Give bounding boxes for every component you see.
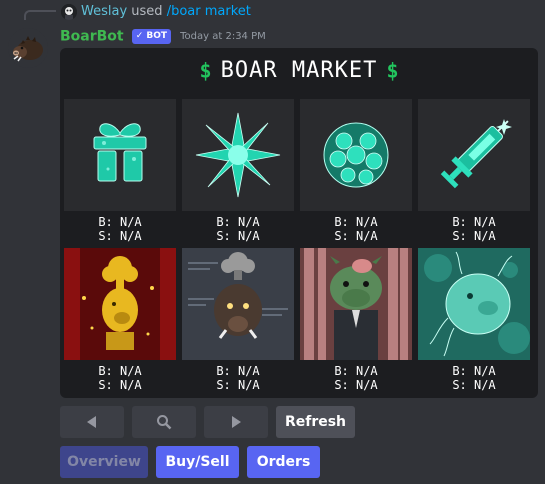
syringe-icon	[418, 99, 530, 211]
sell-price: S: N/A	[334, 229, 378, 243]
item-price: B: N/A S: N/A	[182, 364, 294, 392]
message-header: BoarBot ✓ BOT Today at 2:34 PM	[60, 26, 266, 46]
item-price: B: N/A S: N/A	[418, 364, 530, 392]
buy-price: B: N/A	[216, 364, 260, 378]
item-price: B: N/A S: N/A	[64, 364, 176, 392]
next-page-button[interactable]	[204, 406, 268, 438]
reply-text: Weslay used /boar market	[81, 4, 251, 20]
embed-title-row: $ BOAR MARKET $	[60, 58, 538, 88]
buy-price: B: N/A	[98, 215, 142, 229]
reply-user-avatar[interactable]	[61, 4, 77, 20]
prev-page-button[interactable]	[60, 406, 124, 438]
crystal-burst-icon	[182, 99, 294, 211]
orders-button[interactable]: Orders	[247, 446, 320, 478]
gift-icon	[64, 99, 176, 211]
sell-price: S: N/A	[98, 229, 142, 243]
bot-name[interactable]: BoarBot	[60, 29, 124, 45]
message-timestamp: Today at 2:34 PM	[180, 31, 266, 42]
item-price: B: N/A S: N/A	[418, 215, 530, 243]
buy-price: B: N/A	[334, 215, 378, 229]
left-arrow-icon	[87, 416, 96, 428]
buy-price: B: N/A	[216, 215, 260, 229]
dollar-icon: $	[386, 58, 399, 83]
nav-button-row: Refresh	[60, 406, 360, 438]
reply-connector	[24, 10, 56, 20]
sell-price: S: N/A	[216, 229, 260, 243]
reply-username[interactable]: Weslay	[81, 4, 127, 19]
sell-price: S: N/A	[98, 378, 142, 392]
embed-title: BOAR MARKET	[220, 58, 378, 83]
overview-button[interactable]: Overview	[60, 446, 148, 478]
item-price: B: N/A S: N/A	[182, 215, 294, 243]
bot-badge: ✓ BOT	[131, 29, 172, 44]
crystal-orb-icon	[300, 99, 412, 211]
dollar-icon: $	[199, 58, 212, 83]
sell-price: S: N/A	[216, 378, 260, 392]
nuclear-boar-icon	[182, 248, 294, 360]
buy-price: B: N/A	[452, 215, 496, 229]
action-button-row: Overview Buy/Sell Orders	[60, 446, 330, 478]
bot-avatar[interactable]	[8, 28, 48, 68]
item-price: B: N/A S: N/A	[64, 215, 176, 243]
buy-price: B: N/A	[98, 364, 142, 378]
microbe-boar-icon	[418, 248, 530, 360]
reply-command[interactable]: /boar market	[167, 4, 251, 19]
golden-boar-icon	[64, 248, 176, 360]
buy-price: B: N/A	[334, 364, 378, 378]
item-price: B: N/A S: N/A	[300, 215, 412, 243]
buy-sell-button[interactable]: Buy/Sell	[156, 446, 239, 478]
search-button[interactable]	[132, 406, 196, 438]
zombie-boar-icon	[300, 248, 412, 360]
reply-used-label: used	[131, 4, 163, 19]
sell-price: S: N/A	[452, 378, 496, 392]
market-embed: $ BOAR MARKET $ B: N/A S: N/A B: N/A S: …	[60, 48, 538, 398]
magnifier-icon	[157, 415, 172, 430]
sell-price: S: N/A	[334, 378, 378, 392]
sell-price: S: N/A	[452, 229, 496, 243]
reply-header: Weslay used /boar market	[0, 0, 545, 22]
refresh-button[interactable]: Refresh	[276, 406, 355, 438]
buy-price: B: N/A	[452, 364, 496, 378]
right-arrow-icon	[232, 416, 241, 428]
item-price: B: N/A S: N/A	[300, 364, 412, 392]
